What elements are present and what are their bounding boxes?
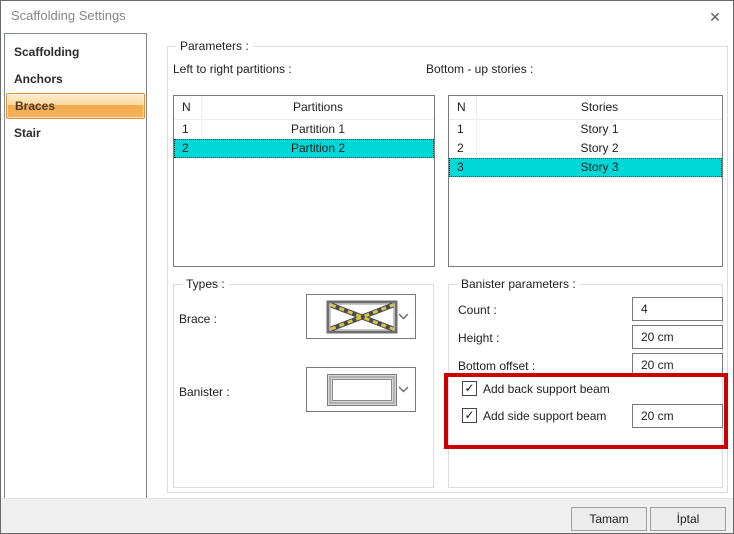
row-value: Story 2 [580, 141, 619, 155]
partitions-label: Left to right partitions : [173, 62, 292, 76]
column-header-n[interactable]: N [174, 96, 202, 119]
checkmark-icon: ✓ [464, 408, 475, 422]
stories-label: Bottom - up stories : [426, 62, 534, 76]
table-row-selected[interactable]: 2 Partition 2 [174, 139, 434, 158]
stories-table-header: N Stories [449, 96, 722, 120]
brace-label: Brace : [179, 312, 218, 326]
partitions-table: N Partitions 1 Partition 1 2 Partition 2 [173, 95, 435, 267]
banister-label: Banister : [179, 385, 230, 399]
side-support-beam-field[interactable] [632, 404, 723, 428]
category-sidebar: Scaffolding Anchors Braces Stair [4, 33, 147, 499]
chevron-down-icon [398, 313, 409, 320]
count-label: Count : [458, 303, 497, 317]
row-index: 2 [182, 141, 189, 155]
banister-empty-panel-icon [327, 374, 397, 406]
checkmark-icon: ✓ [464, 381, 475, 395]
column-header-n[interactable]: N [449, 96, 477, 119]
partitions-table-header: N Partitions [174, 96, 434, 120]
close-icon[interactable]: ✕ [702, 5, 728, 29]
parameters-group-label: Parameters : [176, 39, 253, 53]
side-support-beam-checkbox[interactable]: ✓ [462, 408, 477, 423]
row-value: Story 3 [580, 160, 619, 174]
brace-type-dropdown[interactable] [306, 294, 416, 339]
row-value: Story 1 [580, 122, 619, 136]
banister-type-dropdown[interactable] [306, 367, 416, 412]
row-index: 1 [174, 120, 202, 139]
back-support-beam-checkbox[interactable]: ✓ [462, 381, 477, 396]
cancel-button[interactable]: İptal [650, 507, 726, 531]
row-index: 3 [457, 160, 464, 174]
table-row-selected[interactable]: 3 Story 3 [449, 158, 722, 177]
scaffolding-settings-dialog: Scaffolding Settings ✕ Scaffolding Ancho… [0, 0, 734, 534]
count-field[interactable] [632, 297, 723, 321]
column-header-partitions[interactable]: Partitions [202, 96, 434, 119]
bottom-offset-field[interactable] [632, 353, 723, 377]
back-support-beam-label: Add back support beam [483, 382, 610, 396]
dialog-footer: Tamam İptal [1, 498, 733, 533]
row-value: Partition 2 [290, 141, 346, 155]
sidebar-item-braces[interactable]: Braces [6, 93, 145, 119]
height-label: Height : [458, 331, 500, 345]
row-index: 1 [449, 120, 477, 139]
row-value: Partition 1 [290, 122, 346, 136]
bottom-offset-label: Bottom offset : [458, 359, 536, 373]
ok-button[interactable]: Tamam [571, 507, 647, 531]
sidebar-item-scaffolding[interactable]: Scaffolding [5, 39, 146, 66]
brace-cross-panel-icon [326, 300, 398, 334]
table-row[interactable]: 1 Partition 1 [174, 120, 434, 139]
column-header-stories[interactable]: Stories [477, 96, 722, 119]
types-group-label: Types : [182, 277, 229, 291]
window-title: Scaffolding Settings [11, 8, 126, 23]
height-field[interactable] [632, 325, 723, 349]
table-row[interactable]: 2 Story 2 [449, 139, 722, 158]
sidebar-item-stair[interactable]: Stair [5, 120, 146, 147]
table-row[interactable]: 1 Story 1 [449, 120, 722, 139]
banister-parameters-group-label: Banister parameters : [457, 277, 580, 291]
stories-table: N Stories 1 Story 1 2 Story 2 3 Story 3 [448, 95, 723, 267]
chevron-down-icon [398, 386, 409, 393]
row-index: 2 [449, 139, 477, 158]
sidebar-item-anchors[interactable]: Anchors [5, 66, 146, 93]
side-support-beam-label: Add side support beam [483, 409, 607, 423]
